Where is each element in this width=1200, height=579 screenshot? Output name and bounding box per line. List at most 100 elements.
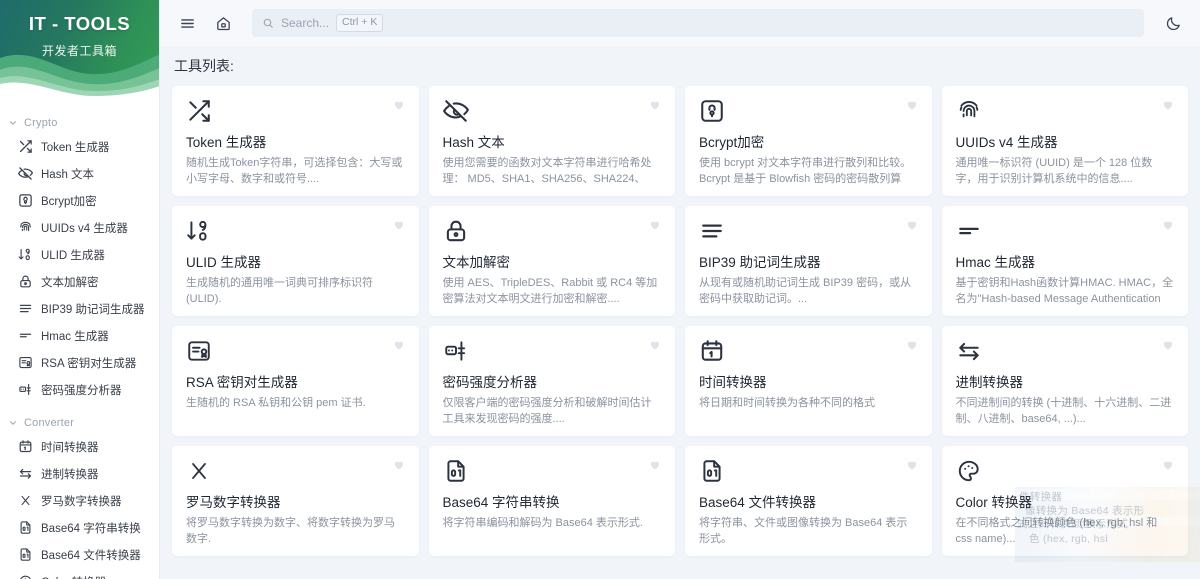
tool-card-description: 通用唯一标识符 (UUID) 是一个 128 位数字，用于识别计算机系统中的信息…	[955, 157, 1153, 185]
tool-card[interactable]: 文本加解密 使用 AES、TripleDES、Rabbit 或 RC4 等加密算…	[428, 206, 675, 316]
hamburger-menu-button[interactable]	[174, 10, 200, 36]
sidebar-item-date-converter[interactable]: 时间转换器	[0, 433, 159, 460]
heart-icon[interactable]	[393, 99, 405, 111]
tool-card-description: 将字符串编码和解码为 Base64 表示形式.	[442, 517, 643, 529]
tool-card-description: 仅限客户端的密码强度分析和破解时间估计工具来发现密码的强度....	[442, 397, 652, 425]
chevron-down-icon	[10, 421, 16, 425]
lock-square-icon	[699, 98, 725, 124]
sidebar-item-bip39[interactable]: BIP39 助记词生成器	[0, 295, 159, 322]
tool-card-title: 文本加解密	[442, 255, 511, 270]
brand-header[interactable]: IT - TOOLS 开发者工具箱	[0, 0, 159, 105]
sidebar-item-base64-file[interactable]: Base64 文件转换器	[0, 541, 159, 568]
topbar: Search... Ctrl + K	[160, 0, 1200, 46]
sidebar-item-uuid-v4[interactable]: UUIDs v4 生成器	[0, 214, 159, 241]
app-root: IT - TOOLS 开发者工具箱 Crypto Token 生成器 Hash …	[0, 0, 1200, 579]
arrows-exchange-icon	[956, 338, 982, 364]
two-lines-icon	[18, 328, 33, 343]
tool-card-title: Base64 文件转换器	[699, 495, 817, 510]
heart-icon[interactable]	[906, 219, 918, 231]
brand-subtitle: 开发者工具箱	[41, 44, 117, 58]
sidebar-item-color-converter[interactable]: Color 转换器	[0, 568, 159, 579]
tool-card[interactable]: Token 生成器 随机生成Token字符串，可选择包含：大写或小写字母、数字和…	[172, 86, 419, 196]
eye-off-icon	[18, 166, 33, 181]
heart-icon[interactable]	[393, 339, 405, 351]
tool-card-title: Hash 文本	[442, 135, 505, 150]
tool-card-title: RSA 密钥对生成器	[186, 375, 298, 390]
list-lines-icon	[18, 301, 33, 316]
letter-x-icon	[186, 458, 212, 484]
sidebar-item-token-generator[interactable]: Token 生成器	[0, 133, 159, 160]
heart-icon[interactable]	[1162, 459, 1174, 471]
search-shortcut-badge: Ctrl + K	[336, 13, 384, 33]
sidebar-item-ulid[interactable]: ULID 生成器	[0, 241, 159, 268]
content-area: 工具列表: Token 生成器 随机生成Token字符串，可选择包含：大写或小写…	[160, 46, 1200, 579]
list-lines-icon	[699, 218, 725, 244]
palette-icon	[18, 574, 33, 579]
sidebar-group-crypto[interactable]: Crypto	[0, 109, 159, 133]
sidebar-item-roman-numeral[interactable]: 罗马数字转换器	[0, 487, 159, 514]
tool-card-title: 密码强度分析器	[442, 375, 538, 390]
sidebar-item-rsa[interactable]: RSA 密钥对生成器	[0, 349, 159, 376]
search-input[interactable]: Search... Ctrl + K	[252, 9, 1144, 37]
sidebar-item-label: Base64 文件转换器	[41, 549, 141, 562]
heart-icon[interactable]	[1162, 339, 1174, 351]
tool-card-title: BIP39 助记词生成器	[699, 255, 821, 270]
tool-card-description: 将日期和时间转换为各种不同的格式	[699, 397, 875, 409]
tool-card[interactable]: Base64 文件转换器 将字符串、文件或图像转换为 Base64 表示形式。	[685, 446, 932, 556]
heart-icon[interactable]	[649, 459, 661, 471]
tool-card[interactable]: 时间转换器 将日期和时间转换为各种不同的格式	[685, 326, 932, 436]
sidebar-item-bcrypt[interactable]: Bcrypt加密	[0, 187, 159, 214]
tool-card[interactable]: Bcrypt加密 使用 bcrypt 对文本字符串进行散列和比较。 Bcrypt…	[685, 86, 932, 196]
file-binary-icon	[18, 520, 33, 535]
tool-card-grid: Token 生成器 随机生成Token字符串，可选择包含：大写或小写字母、数字和…	[172, 86, 1188, 556]
tool-card-description: 从现有或随机助记词生成 BIP39 密码，或从密码中获取助记词。...	[699, 277, 912, 305]
sidebar-item-label: Hmac 生成器	[41, 330, 109, 343]
heart-icon[interactable]	[649, 219, 661, 231]
sidebar-item-base-converter[interactable]: 进制转换器	[0, 460, 159, 487]
sidebar-item-password-strength[interactable]: 密码强度分析器	[0, 376, 159, 403]
tool-card[interactable]: 进制转换器 不同进制间的转换 (十进制、十六进制、二进制、八进制、base64,…	[941, 326, 1188, 436]
sort-numeric-icon	[186, 218, 212, 244]
sidebar-item-hmac[interactable]: Hmac 生成器	[0, 322, 159, 349]
tool-card[interactable]: RSA 密钥对生成器 生随机的 RSA 私钥和公钥 pem 证书.	[172, 326, 419, 436]
heart-icon[interactable]	[393, 459, 405, 471]
tool-card[interactable]: 密码强度分析器 仅限客户端的密码强度分析和破解时间估计工具来发现密码的强度...…	[428, 326, 675, 436]
tool-card[interactable]: BIP39 助记词生成器 从现有或随机助记词生成 BIP39 密码，或从密码中获…	[685, 206, 932, 316]
heart-icon[interactable]	[393, 219, 405, 231]
theme-toggle-button[interactable]	[1160, 10, 1186, 36]
tool-card[interactable]: UUIDs v4 生成器 通用唯一标识符 (UUID) 是一个 128 位数字，…	[941, 86, 1188, 196]
tool-card-title: 进制转换器	[955, 375, 1024, 390]
file-binary-icon	[443, 458, 469, 484]
sidebar-item-label: Base64 字符串转换	[41, 522, 141, 535]
home-icon	[216, 16, 230, 30]
sidebar-item-base64-string[interactable]: Base64 字符串转换	[0, 514, 159, 541]
heart-icon[interactable]	[1162, 99, 1174, 111]
tool-card-title: 时间转换器	[699, 375, 767, 390]
sidebar-item-text-encrypt[interactable]: 文本加解密	[0, 268, 159, 295]
lock-icon	[18, 274, 33, 289]
tool-card-title: ULID 生成器	[186, 255, 262, 270]
main-area: Search... Ctrl + K 工具列表: Token 生成器 随机生成T…	[160, 0, 1200, 579]
heart-icon[interactable]	[906, 99, 918, 111]
heart-icon[interactable]	[649, 99, 661, 111]
heart-icon[interactable]	[649, 339, 661, 351]
heart-icon[interactable]	[1162, 219, 1174, 231]
heart-icon[interactable]	[906, 339, 918, 351]
tool-card[interactable]: ULID 生成器 生成随机的通用唯一词典可排序标识符 (ULID).	[172, 206, 419, 316]
sidebar-item-label: BIP39 助记词生成器	[41, 303, 145, 316]
heart-icon[interactable]	[906, 459, 918, 471]
certificate-icon	[18, 355, 33, 370]
tool-card[interactable]: Hmac 生成器 基于密钥和Hash函数计算HMAC. HMAC，全名为"Has…	[941, 206, 1188, 316]
tool-card-description: 将字符串、文件或图像转换为 Base64 表示形式。	[699, 517, 908, 545]
sidebar-item-hash-text[interactable]: Hash 文本	[0, 160, 159, 187]
tool-card-title: Color 转换器	[955, 495, 1033, 510]
tool-card-description: 生成随机的通用唯一词典可排序标识符 (ULID).	[186, 277, 373, 305]
sidebar-group-converter[interactable]: Converter	[0, 409, 159, 433]
tool-card[interactable]: 罗马数字转换器 将罗马数字转换为数字、将数字转换为罗马数字.	[172, 446, 419, 556]
tool-card-title: Token 生成器	[186, 135, 267, 150]
tool-card[interactable]: Color 转换器 在不同格式之间转换颜色 (hex, rgb, hsl 和 c…	[941, 446, 1188, 556]
tool-card[interactable]: Hash 文本 使用您需要的函数对文本字符串进行哈希处理： MD5、SHA1、S…	[428, 86, 675, 196]
home-button[interactable]	[210, 10, 236, 36]
tool-card[interactable]: Base64 字符串转换 将字符串编码和解码为 Base64 表示形式.	[428, 446, 675, 556]
sidebar-item-label: Color 转换器	[41, 574, 106, 579]
